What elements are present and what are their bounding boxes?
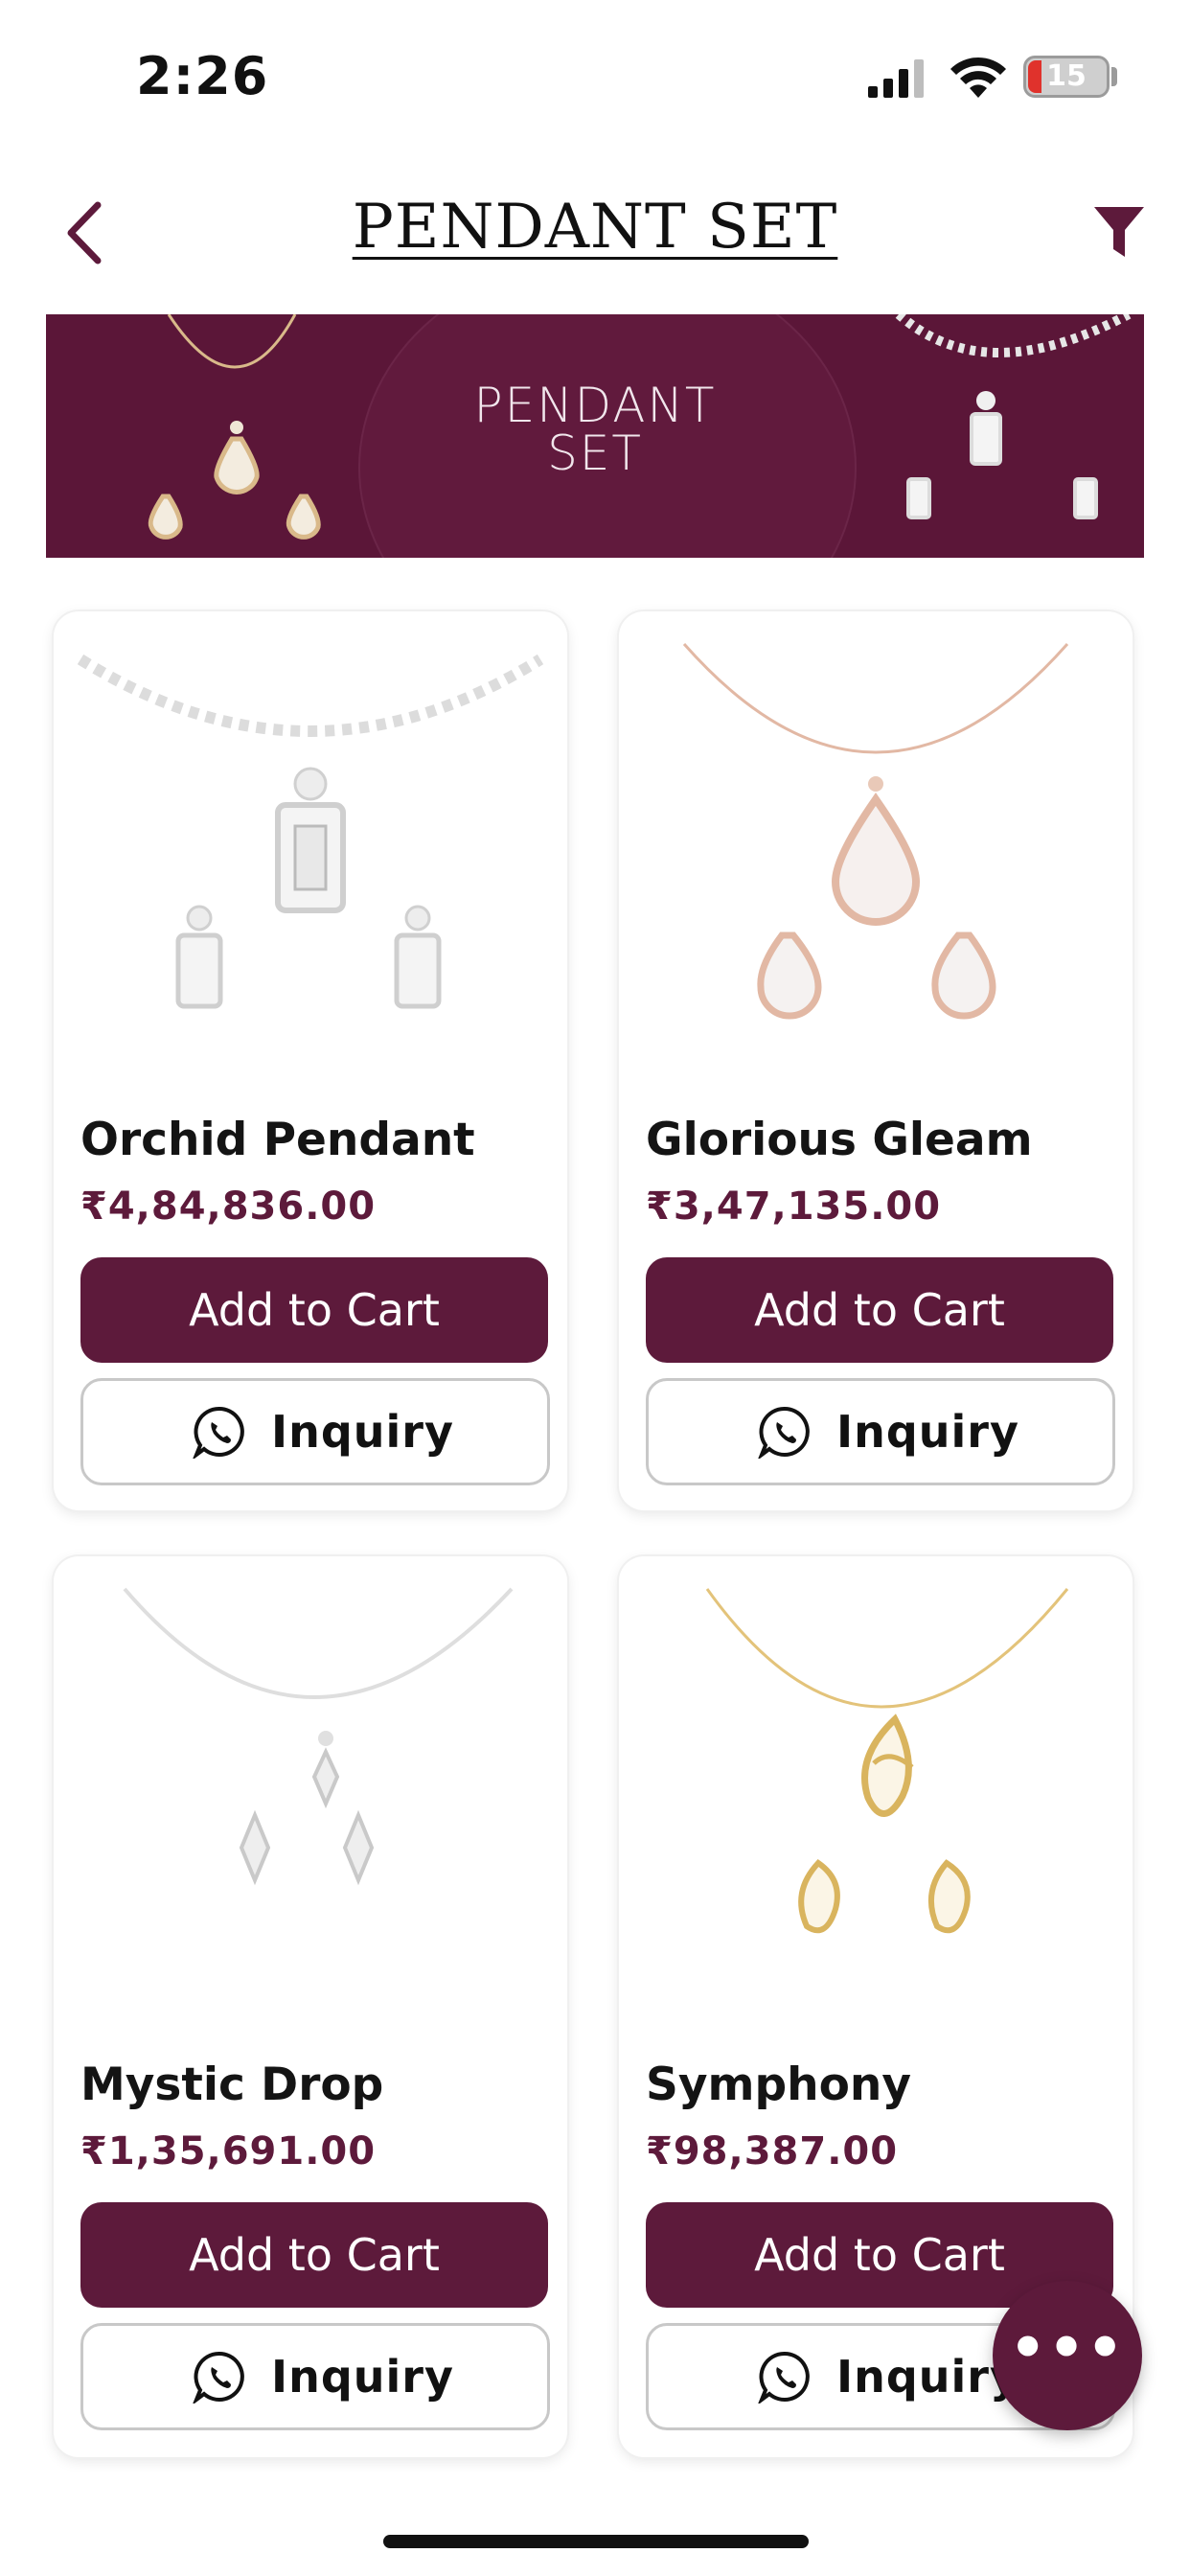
filter-icon[interactable] [1092,203,1146,261]
product-name[interactable]: Orchid Pendant [80,1114,475,1166]
whatsapp-icon [758,2351,810,2404]
wifi-icon [950,57,1006,98]
product-price: ₹3,47,135.00 [646,1184,942,1229]
more-horizontal-icon: ••• [1009,2314,1126,2381]
product-image-orchid[interactable] [73,631,548,1052]
battery-icon: 15 [1023,56,1110,98]
product-image-mystic-drop[interactable] [73,1576,548,1997]
product-price: ₹1,35,691.00 [80,2129,377,2174]
whatsapp-icon [193,1406,244,1459]
status-time: 2:26 [136,46,269,106]
battery-level: 15 [1046,59,1087,93]
home-indicator[interactable] [383,2535,809,2548]
inquiry-label: Inquiry [271,1406,454,1458]
product-image-glorious-gleam[interactable] [638,631,1113,1052]
category-banner: PENDANT SET [46,314,1144,558]
inquiry-button[interactable]: Inquiry [80,2323,550,2430]
status-bar: 2:26 15 [0,0,1190,144]
inquiry-label: Inquiry [836,1406,1019,1458]
page-title: PENDANT SET [352,192,838,263]
top-header: PENDANT SET [0,172,1190,288]
banner-right-jewelry-image [895,314,1132,519]
whatsapp-icon [758,1406,810,1459]
product-image-symphony[interactable] [638,1576,1113,1997]
more-options-fab[interactable]: ••• [993,2281,1142,2430]
add-to-cart-button[interactable]: Add to Cart [646,1257,1113,1363]
product-price: ₹98,387.00 [646,2129,899,2174]
inquiry-label: Inquiry [271,2351,454,2403]
add-to-cart-button[interactable]: Add to Cart [80,2202,548,2308]
product-price: ₹4,84,836.00 [80,1184,377,1229]
product-card[interactable]: Mystic Drop ₹1,35,691.00 Add to Cart Inq… [54,1556,567,2457]
whatsapp-icon [193,2351,244,2404]
inquiry-button[interactable]: Inquiry [80,1378,550,1485]
add-to-cart-button[interactable]: Add to Cart [80,1257,548,1363]
cellular-signal-icon [868,59,924,98]
product-card[interactable]: Orchid Pendant ₹4,84,836.00 Add to Cart … [54,611,567,1510]
product-card[interactable]: Glorious Gleam ₹3,47,135.00 Add to Cart … [619,611,1133,1510]
inquiry-button[interactable]: Inquiry [646,1378,1115,1485]
product-name[interactable]: Symphony [646,2058,911,2111]
product-name[interactable]: Mystic Drop [80,2058,383,2111]
product-name[interactable]: Glorious Gleam [646,1114,1033,1166]
